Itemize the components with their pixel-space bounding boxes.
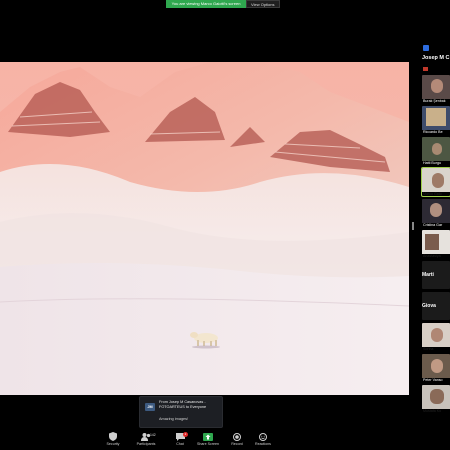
chat-message-text: Amazing images!: [159, 417, 189, 421]
shared-screen-photo: [0, 62, 409, 395]
chat-unread-badge: 2: [183, 432, 188, 437]
participant-name: Anastasiya: [423, 254, 441, 258]
participant-name: Riccardo Be: [423, 130, 443, 134]
participants-button[interactable]: 142 Participants: [131, 432, 161, 446]
participant-name: Mustafa Ko: [423, 409, 442, 413]
security-label: Security: [106, 442, 120, 446]
participant-tile-no-video[interactable]: Marti: [422, 261, 450, 289]
participant-tile[interactable]: Peter Vanso: [422, 354, 450, 382]
zoom-meeting-window: You are viewing Marco Gaiotti's screen V…: [0, 0, 450, 450]
chat-label: Chat: [176, 442, 184, 446]
participant-tile[interactable]: Mustafa Ko: [422, 385, 450, 413]
sender-avatar: JM: [145, 403, 155, 411]
reactions-button[interactable]: Reactions: [248, 432, 278, 446]
gallery-badge-icon: [423, 45, 429, 51]
participant-tile[interactable]: Sorina: [422, 323, 450, 351]
participant-tile[interactable]: Burak Şenbak: [422, 75, 450, 103]
participant-name: Sorina: [423, 347, 434, 351]
participant-name: Cristina Gar: [423, 223, 443, 227]
participant-name: Marco Gaio: [423, 192, 442, 196]
video-gallery-strip: Josep M C Burak Şenbak Riccardo Be Hatti…: [412, 42, 450, 413]
participant-tile-active[interactable]: Marco Gaio: [421, 167, 450, 197]
participant-tile[interactable]: Anastasiya: [422, 230, 450, 258]
participant-tile[interactable]: Cristina Gar: [422, 199, 450, 227]
participant-name: Hatti Burgu: [423, 161, 441, 165]
screen-share-banner: You are viewing Marco Gaiotti's screen V…: [166, 0, 280, 8]
view-options-button[interactable]: View Options: [246, 0, 280, 8]
share-screen-button[interactable]: Share Screen: [193, 432, 223, 446]
participant-name-label: Giova: [422, 303, 436, 309]
participant-name: Burak Şenbak: [423, 99, 446, 103]
polar-bear-landscape-image: [0, 62, 409, 395]
smiley-icon: [258, 432, 268, 441]
reactions-label: Reactions: [255, 442, 271, 446]
meeting-toolbar: Security 142 Participants 2 Chat Share S…: [0, 430, 450, 450]
participant-tile[interactable]: Hatti Burgu: [422, 137, 450, 165]
record-label: Record: [231, 442, 243, 446]
share-screen-icon: [203, 432, 213, 441]
chat-notification-toast[interactable]: JM From Josep M Casanovas - FOTOARTEUS t…: [139, 396, 223, 428]
participants-count: 142: [150, 433, 156, 437]
chat-sender-text: From Josep M Casanovas - FOTOARTEUS to E…: [159, 400, 207, 409]
record-icon: [232, 432, 242, 441]
recording-indicator-icon: [423, 67, 428, 71]
active-speaker-name: Josep M C: [422, 55, 450, 61]
shield-icon: [108, 432, 118, 441]
participant-name-label: Marti: [422, 272, 434, 278]
share-screen-label: Share Screen: [197, 442, 219, 446]
participant-tile[interactable]: Riccardo Be: [422, 106, 450, 134]
chat-button[interactable]: 2 Chat: [165, 432, 195, 446]
participant-tile-no-video[interactable]: Giova: [422, 292, 450, 320]
participants-label: Participants: [136, 442, 156, 446]
gallery-scrollbar[interactable]: [412, 222, 414, 230]
security-button[interactable]: Security: [98, 432, 128, 446]
share-status-text: You are viewing Marco Gaiotti's screen: [166, 0, 246, 8]
participant-name: Peter Vanso: [423, 378, 443, 382]
